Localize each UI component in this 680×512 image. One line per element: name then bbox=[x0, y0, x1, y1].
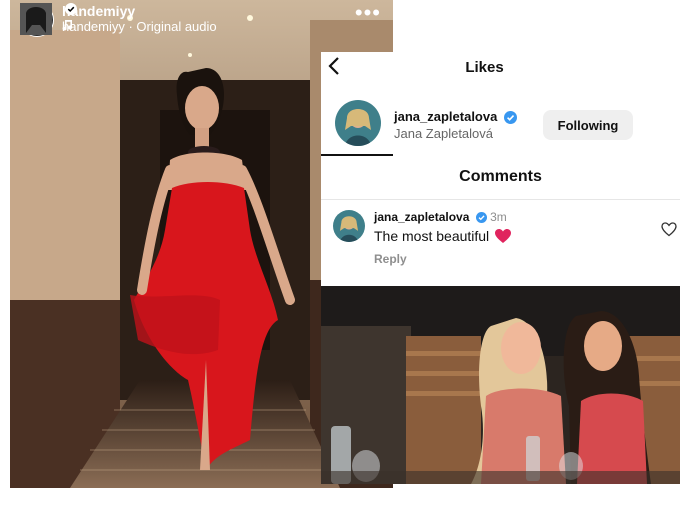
reply-button[interactable]: Reply bbox=[374, 252, 407, 266]
reel-header bbox=[20, 3, 54, 37]
divider bbox=[321, 199, 680, 200]
likes-title: Likes bbox=[465, 59, 504, 76]
comment-header: jana_zapletalova 3m bbox=[374, 210, 507, 224]
avatar[interactable] bbox=[20, 3, 54, 37]
likes-panel: Likes jana_zapletalova Jana Zapletalová … bbox=[321, 52, 648, 156]
comments-title: Comments bbox=[459, 168, 542, 185]
like-username-text[interactable]: jana_zapletalova bbox=[394, 109, 497, 124]
comment-text: The most beautiful bbox=[374, 228, 490, 244]
red-heart-emoji-icon bbox=[495, 228, 512, 243]
verified-icon bbox=[65, 3, 77, 15]
following-button[interactable]: Following bbox=[543, 110, 633, 140]
more-options-icon[interactable]: ••• bbox=[355, 2, 381, 24]
avatar[interactable] bbox=[335, 100, 381, 146]
comment-body: The most beautiful bbox=[374, 228, 512, 244]
reel-audio-text: handemiyy · Original audio bbox=[62, 19, 217, 34]
like-comment-heart-icon[interactable] bbox=[661, 222, 677, 242]
reel-username[interactable]: handemiyy bbox=[62, 3, 135, 19]
shared-photo bbox=[321, 286, 680, 484]
verified-icon bbox=[475, 212, 487, 224]
comment-username[interactable]: jana_zapletalova bbox=[374, 210, 469, 224]
photo-image bbox=[321, 286, 680, 484]
verified-icon bbox=[503, 111, 517, 125]
avatar[interactable] bbox=[333, 210, 365, 242]
like-username[interactable]: jana_zapletalova bbox=[394, 109, 517, 125]
music-note-icon bbox=[62, 20, 72, 31]
reel-audio[interactable]: handemiyy · Original audio bbox=[62, 19, 217, 34]
comment-time: 3m bbox=[490, 210, 507, 224]
like-full-name: Jana Zapletalová bbox=[394, 126, 494, 141]
comments-panel: Comments jana_zapletalova 3m The most be… bbox=[321, 156, 680, 286]
